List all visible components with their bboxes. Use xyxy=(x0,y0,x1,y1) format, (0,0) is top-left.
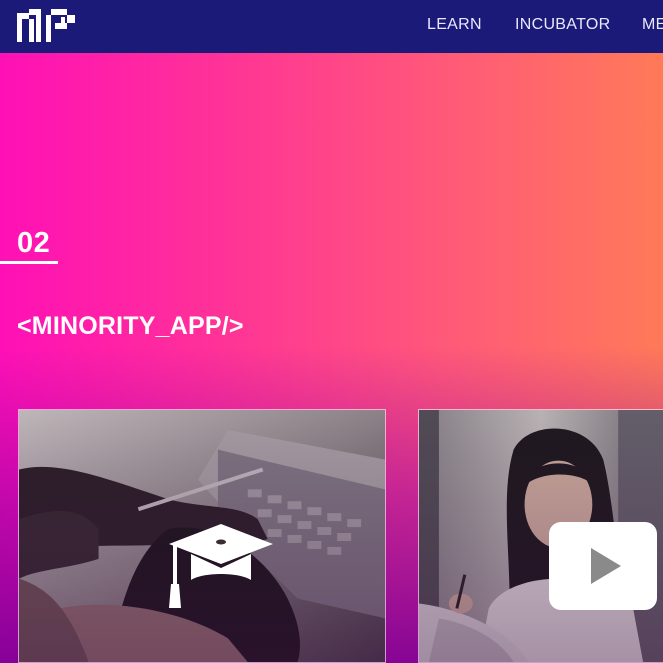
nav-link-learn[interactable]: LEARN xyxy=(427,16,482,34)
video-card[interactable] xyxy=(418,409,663,663)
play-icon xyxy=(591,548,621,584)
navbar: LEARN INCUBATOR ME xyxy=(0,0,663,53)
graduation-cap-icon xyxy=(169,524,273,608)
nav-link-me[interactable]: ME xyxy=(642,16,663,34)
play-button[interactable] xyxy=(549,522,657,610)
section-title: <MINORITY_APP/> xyxy=(17,312,244,340)
nav-link-incubator[interactable]: INCUBATOR xyxy=(515,16,610,34)
section-number-underline xyxy=(0,261,58,264)
course-card[interactable] xyxy=(18,409,386,663)
mp-pixel-logo-icon[interactable] xyxy=(17,9,77,42)
section-number: 02 xyxy=(17,227,51,259)
